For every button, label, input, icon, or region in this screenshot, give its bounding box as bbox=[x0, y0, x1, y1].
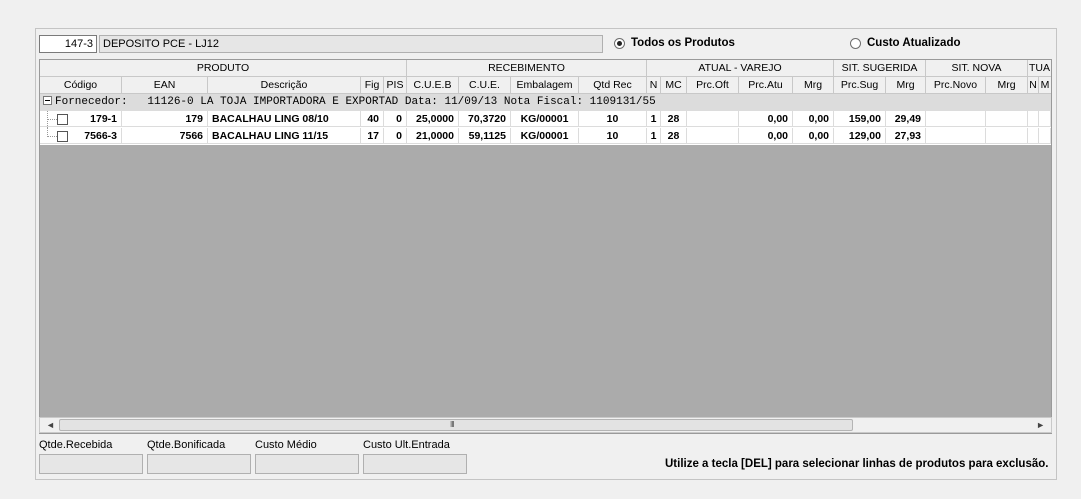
col-fig[interactable]: Fig bbox=[361, 77, 384, 94]
label-qtde-bonificada: Qtde.Bonificada bbox=[147, 439, 226, 451]
radio-selected-icon bbox=[614, 37, 625, 49]
cell-pis: 0 bbox=[384, 128, 407, 144]
delete-hint-text: Utilize a tecla [DEL] para selecionar li… bbox=[665, 458, 1049, 470]
store-code-field[interactable]: 147-3 bbox=[39, 35, 97, 53]
store-name-field: DEPOSITO PCE - LJ12 bbox=[99, 35, 603, 53]
cell-embalagem: KG/00001 bbox=[511, 128, 579, 144]
col-prc-atu[interactable]: Prc.Atu bbox=[739, 77, 793, 94]
col-prc-oft[interactable]: Prc.Oft bbox=[687, 77, 739, 94]
col-ean[interactable]: EAN bbox=[122, 77, 208, 94]
col-embalagem[interactable]: Embalagem bbox=[511, 77, 579, 94]
cell-cueb: 25,0000 bbox=[407, 111, 459, 127]
radio-unselected-icon bbox=[850, 37, 861, 49]
col-cueb[interactable]: C.U.E.B bbox=[407, 77, 459, 94]
cell-qtd-rec: 10 bbox=[579, 128, 647, 144]
cell-ean: 179 bbox=[122, 111, 208, 127]
radio-custo-atualizado-label: Custo Atualizado bbox=[867, 37, 961, 49]
horizontal-scrollbar[interactable]: ◄ III ► bbox=[39, 417, 1052, 433]
scroll-grip-icon: III bbox=[450, 420, 455, 429]
cell-n2 bbox=[1028, 128, 1039, 144]
radio-custo-atualizado[interactable]: Custo Atualizado bbox=[850, 37, 961, 49]
cell-descricao: BACALHAU LING 11/15 bbox=[208, 128, 361, 144]
scroll-right-icon[interactable]: ► bbox=[1036, 420, 1045, 430]
cell-descricao: BACALHAU LING 08/10 bbox=[208, 111, 361, 127]
cell-prc-novo bbox=[926, 128, 986, 144]
cell-m2 bbox=[1039, 111, 1051, 127]
custo-medio-field bbox=[255, 454, 359, 474]
col-n[interactable]: N bbox=[647, 77, 661, 94]
label-qtde-recebida: Qtde.Recebida bbox=[39, 439, 113, 451]
cell-prc-atu: 0,00 bbox=[739, 128, 793, 144]
group-produto: PRODUTO bbox=[40, 60, 407, 77]
cell-mrg-novo bbox=[986, 111, 1028, 127]
group-recebimento: RECEBIMENTO bbox=[407, 60, 647, 77]
col-n2[interactable]: N bbox=[1028, 77, 1039, 94]
cell-mrg-atu: 0,00 bbox=[793, 128, 834, 144]
cell-pis: 0 bbox=[384, 111, 407, 127]
cell-cue: 59,1125 bbox=[459, 128, 511, 144]
cell-cueb: 21,0000 bbox=[407, 128, 459, 144]
cell-fig: 17 bbox=[361, 128, 384, 144]
col-m2[interactable]: M bbox=[1039, 77, 1051, 94]
group-sit-sugerida: SIT. SUGERIDA bbox=[834, 60, 926, 77]
col-pis[interactable]: PIS bbox=[384, 77, 407, 94]
cell-m2 bbox=[1039, 128, 1051, 144]
label-custo-medio: Custo Médio bbox=[255, 439, 317, 451]
col-prc-sug[interactable]: Prc.Sug bbox=[834, 77, 886, 94]
cell-prc-oft bbox=[687, 111, 739, 127]
radio-todos-produtos-label: Todos os Produtos bbox=[631, 37, 735, 49]
cell-mrg-atu: 0,00 bbox=[793, 111, 834, 127]
custo-ult-entrada-field bbox=[363, 454, 467, 474]
col-codigo[interactable]: Código bbox=[40, 77, 122, 94]
table-row[interactable]: 179-1 179 BACALHAU LING 08/10 40 0 25,00… bbox=[40, 111, 1051, 128]
cell-prc-novo bbox=[926, 111, 986, 127]
group-atual-varejo: ATUAL - VAREJO bbox=[647, 60, 834, 77]
cell-mc: 28 bbox=[661, 111, 687, 127]
cell-prc-sug: 159,00 bbox=[834, 111, 886, 127]
cell-n: 1 bbox=[647, 128, 661, 144]
col-mrg-novo[interactable]: Mrg bbox=[986, 77, 1028, 94]
label-custo-ult-entrada: Custo Ult.Entrada bbox=[363, 439, 450, 451]
cell-mrg-sug: 27,93 bbox=[886, 128, 926, 144]
cell-embalagem: KG/00001 bbox=[511, 111, 579, 127]
col-mc[interactable]: MC bbox=[661, 77, 687, 94]
col-mrg-atu[interactable]: Mrg bbox=[793, 77, 834, 94]
qtde-recebida-field bbox=[39, 454, 143, 474]
group-sit-nova: SIT. NOVA bbox=[926, 60, 1028, 77]
col-prc-novo[interactable]: Prc.Novo bbox=[926, 77, 986, 94]
cell-codigo: 179-1 bbox=[40, 111, 122, 127]
cell-prc-sug: 129,00 bbox=[834, 128, 886, 144]
qtde-bonificada-field bbox=[147, 454, 251, 474]
cell-n2 bbox=[1028, 111, 1039, 127]
cell-n: 1 bbox=[647, 111, 661, 127]
cell-prc-atu: 0,00 bbox=[739, 111, 793, 127]
cell-prc-oft bbox=[687, 128, 739, 144]
products-grid[interactable]: PRODUTO RECEBIMENTO ATUAL - VAREJO SIT. … bbox=[39, 59, 1052, 434]
cell-codigo: 7566-3 bbox=[40, 128, 122, 144]
cell-qtd-rec: 10 bbox=[579, 111, 647, 127]
scroll-left-icon[interactable]: ◄ bbox=[46, 420, 55, 430]
col-cue[interactable]: C.U.E. bbox=[459, 77, 511, 94]
supplier-group-text: Fornecedor: 11126-0 LA TOJA IMPORTADORA … bbox=[55, 96, 656, 108]
collapse-icon[interactable] bbox=[43, 96, 52, 105]
table-row[interactable]: 7566-3 7566 BACALHAU LING 11/15 17 0 21,… bbox=[40, 128, 1051, 145]
cell-ean: 7566 bbox=[122, 128, 208, 144]
supplier-group-row[interactable]: Fornecedor: 11126-0 LA TOJA IMPORTADORA … bbox=[40, 94, 1051, 111]
cell-cue: 70,3720 bbox=[459, 111, 511, 127]
col-mrg-sug[interactable]: Mrg bbox=[886, 77, 926, 94]
grid-group-header: PRODUTO RECEBIMENTO ATUAL - VAREJO SIT. … bbox=[40, 60, 1051, 77]
cell-mrg-novo bbox=[986, 128, 1028, 144]
cell-fig: 40 bbox=[361, 111, 384, 127]
scroll-thumb[interactable]: III bbox=[59, 419, 853, 431]
group-tua: TUA bbox=[1028, 60, 1051, 77]
radio-todos-produtos[interactable]: Todos os Produtos bbox=[614, 37, 735, 49]
cell-mc: 28 bbox=[661, 128, 687, 144]
grid-column-header: Código EAN Descrição Fig PIS C.U.E.B C.U… bbox=[40, 77, 1051, 94]
col-qtd-rec[interactable]: Qtd Rec bbox=[579, 77, 647, 94]
col-descricao[interactable]: Descrição bbox=[208, 77, 361, 94]
cell-mrg-sug: 29,49 bbox=[886, 111, 926, 127]
